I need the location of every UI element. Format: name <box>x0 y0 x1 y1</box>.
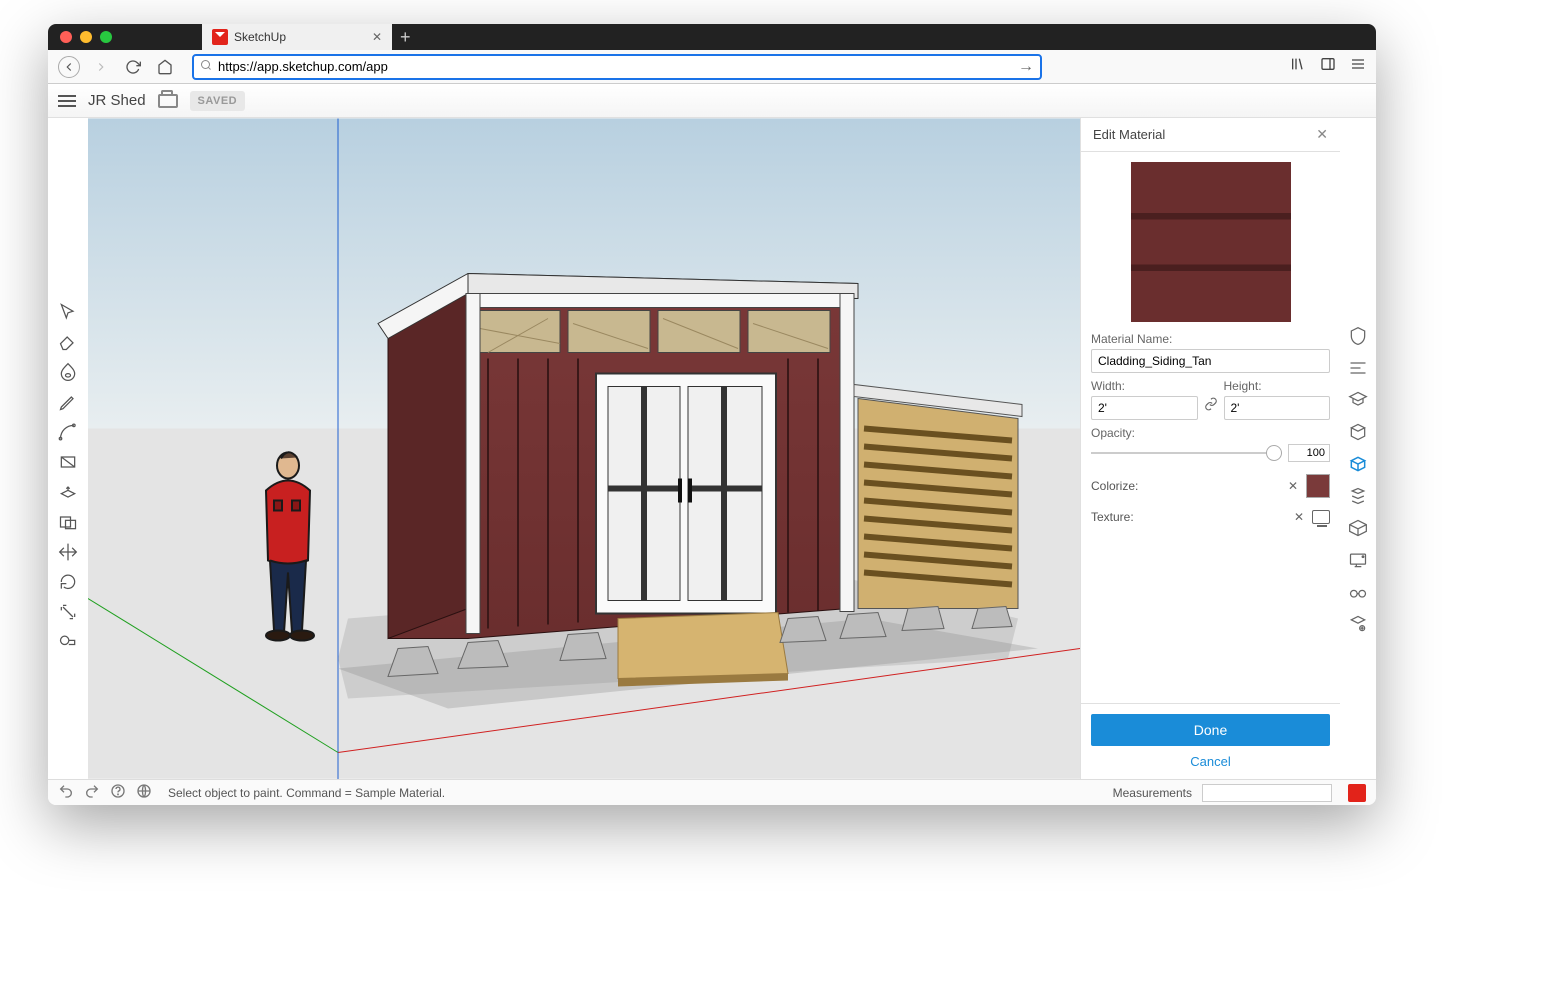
move-tool[interactable] <box>53 538 83 566</box>
opacity-label: Opacity: <box>1091 426 1330 440</box>
help-icon[interactable] <box>110 783 126 802</box>
url-go-icon[interactable]: → <box>1018 58 1034 76</box>
browser-window: SketchUp ✕ + → <box>48 24 1376 805</box>
width-input[interactable] <box>1091 396 1198 420</box>
window-close-button[interactable] <box>60 31 72 43</box>
undo-icon[interactable] <box>58 783 74 802</box>
height-label: Height: <box>1224 379 1331 393</box>
app-main: Edit Material ✕ Material Name: Width: <box>48 118 1376 779</box>
link-dimensions-icon[interactable] <box>1204 397 1218 414</box>
save-status-badge: SAVED <box>190 91 246 111</box>
material-name-label: Material Name: <box>1091 332 1330 346</box>
tray-layers-icon[interactable] <box>1346 484 1370 508</box>
window-maximize-button[interactable] <box>100 31 112 43</box>
folder-icon[interactable] <box>158 94 178 108</box>
tray-components-icon[interactable] <box>1346 420 1370 444</box>
edit-material-panel: Edit Material ✕ Material Name: Width: <box>1080 118 1340 779</box>
colorize-clear-icon[interactable]: ✕ <box>1288 479 1298 493</box>
arc-tool[interactable] <box>53 418 83 446</box>
reload-button[interactable] <box>122 56 144 78</box>
new-tab-button[interactable]: + <box>400 27 411 48</box>
tray-instructor-icon[interactable] <box>1346 324 1370 348</box>
app-menu-button[interactable] <box>58 95 76 107</box>
panel-footer: Done Cancel <box>1081 703 1340 779</box>
left-toolbar <box>48 118 88 779</box>
url-input-wrap: → <box>192 54 1042 80</box>
search-icon <box>200 59 212 74</box>
width-label: Width: <box>1091 379 1198 393</box>
statusbar: Select object to paint. Command = Sample… <box>48 779 1376 805</box>
done-button[interactable]: Done <box>1091 714 1330 746</box>
traffic-lights <box>60 31 112 43</box>
back-button[interactable] <box>58 56 80 78</box>
eraser-tool[interactable] <box>53 328 83 356</box>
material-preview-swatch <box>1131 162 1291 322</box>
tray-views-icon[interactable] <box>1346 356 1370 380</box>
sketchup-logo-icon <box>1348 784 1366 802</box>
tab-close-icon[interactable]: ✕ <box>372 30 382 44</box>
texture-clear-icon[interactable]: ✕ <box>1294 510 1304 524</box>
paint-tool[interactable] <box>53 358 83 386</box>
panel-close-icon[interactable]: ✕ <box>1316 126 1328 143</box>
window-minimize-button[interactable] <box>80 31 92 43</box>
panel-body: Material Name: Width: Height: Opacit <box>1081 152 1340 703</box>
measurements-label: Measurements <box>1113 786 1192 800</box>
sketchup-favicon-icon <box>212 29 228 45</box>
tab-title: SketchUp <box>234 30 286 44</box>
browser-tab-sketchup[interactable]: SketchUp ✕ <box>202 24 392 50</box>
offset-tool[interactable] <box>53 508 83 536</box>
file-title: JR Shed <box>88 92 146 109</box>
redo-icon[interactable] <box>84 783 100 802</box>
browser-tabs: SketchUp ✕ + <box>202 24 411 50</box>
colorize-swatch[interactable] <box>1306 474 1330 498</box>
tray-display-icon[interactable] <box>1346 548 1370 572</box>
rotate-tool[interactable] <box>53 568 83 596</box>
tray-eyeglasses-icon[interactable] <box>1346 580 1370 604</box>
pencil-tool[interactable] <box>53 388 83 416</box>
tray-materials-icon[interactable] <box>1346 452 1370 476</box>
geo-icon[interactable] <box>136 783 152 802</box>
library-icon[interactable] <box>1290 56 1306 77</box>
cancel-link[interactable]: Cancel <box>1091 754 1330 769</box>
texture-label: Texture: <box>1091 510 1294 524</box>
panel-title: Edit Material <box>1093 127 1165 142</box>
status-hint: Select object to paint. Command = Sample… <box>168 786 445 800</box>
window-titlebar: SketchUp ✕ + <box>48 24 1376 50</box>
tape-tool[interactable] <box>53 628 83 656</box>
canvas[interactable] <box>88 118 1080 779</box>
tray-tags-icon[interactable] <box>1346 612 1370 636</box>
scale-tool[interactable] <box>53 598 83 626</box>
browser-toolbar-right <box>1290 56 1366 77</box>
url-input[interactable] <box>218 59 1012 74</box>
home-button[interactable] <box>154 56 176 78</box>
panel-header: Edit Material ✕ <box>1081 118 1340 152</box>
sidebar-toggle-icon[interactable] <box>1320 56 1336 77</box>
right-tray <box>1340 118 1376 779</box>
browser-urlbar: → <box>48 50 1376 84</box>
opacity-slider[interactable] <box>1091 452 1282 454</box>
select-tool[interactable] <box>53 298 83 326</box>
tray-scenes-icon[interactable] <box>1346 516 1370 540</box>
shape-tool[interactable] <box>53 448 83 476</box>
opacity-value-input[interactable] <box>1288 444 1330 462</box>
tray-styles-icon[interactable] <box>1346 388 1370 412</box>
model-view <box>88 118 1080 779</box>
texture-browse-icon[interactable] <box>1312 510 1330 524</box>
forward-button[interactable] <box>90 56 112 78</box>
pushpull-tool[interactable] <box>53 478 83 506</box>
colorize-label: Colorize: <box>1091 479 1288 493</box>
material-name-input[interactable] <box>1091 349 1330 373</box>
menu-icon[interactable] <box>1350 56 1366 77</box>
app-topbar: JR Shed SAVED <box>48 84 1376 118</box>
measurements-input[interactable] <box>1202 784 1332 802</box>
height-input[interactable] <box>1224 396 1331 420</box>
